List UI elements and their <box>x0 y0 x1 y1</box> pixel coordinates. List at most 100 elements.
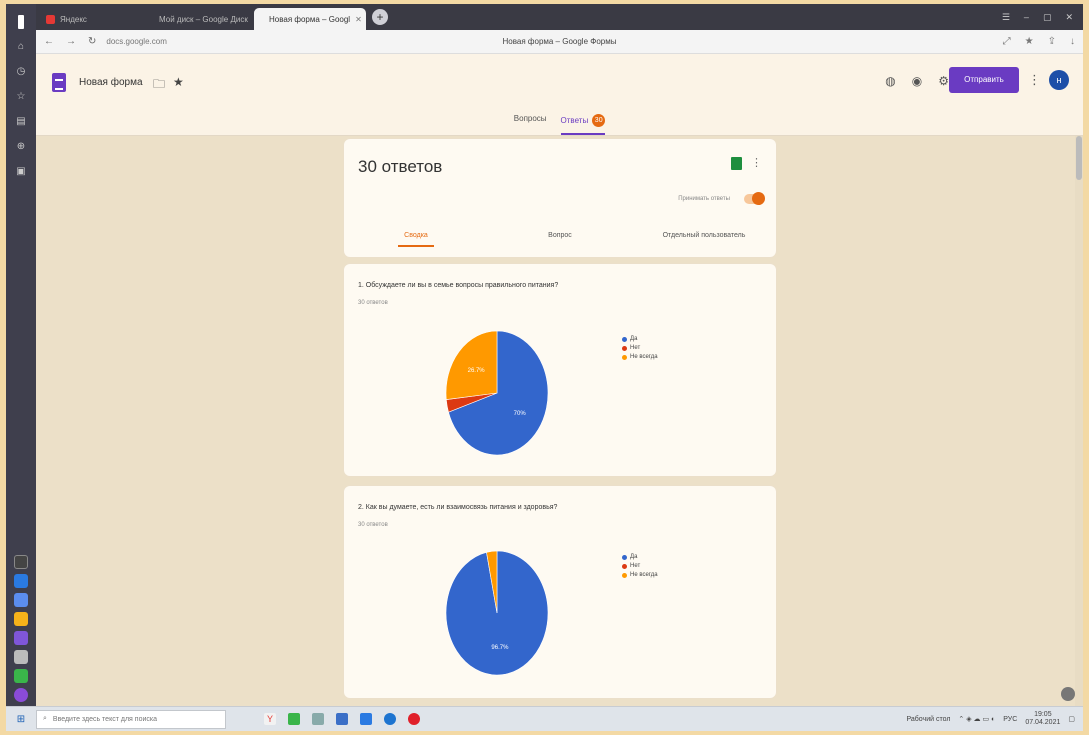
avatar[interactable]: н <box>1049 70 1069 90</box>
desktop-label[interactable]: Рабочий стол <box>906 716 950 723</box>
store-icon[interactable] <box>360 713 372 725</box>
star-icon[interactable]: ★ <box>173 75 184 96</box>
panel-icon[interactable]: ▣ <box>14 165 28 179</box>
clock[interactable]: 19:05 07.04.2021 <box>1025 711 1060 727</box>
opera-icon[interactable] <box>408 713 420 725</box>
more-vert-icon[interactable]: ⋮ <box>1028 72 1041 88</box>
question-response-count: 30 ответов <box>358 522 388 528</box>
pie-slice-label: 70% <box>514 411 527 417</box>
question-title: 2. Как вы думаете, есть ли взаимосвязь п… <box>358 504 558 511</box>
download-icon[interactable]: ↓ <box>1070 36 1075 47</box>
question-response-count: 30 ответов <box>358 300 388 306</box>
app-icon[interactable] <box>288 713 300 725</box>
legend-item: Не всегда <box>622 354 658 360</box>
app-icon[interactable] <box>14 650 28 664</box>
tab-drive[interactable]: Мой диск – Google Диск <box>144 8 254 30</box>
yandex-icon[interactable]: Y <box>264 713 276 725</box>
app-icon[interactable] <box>384 713 396 725</box>
reload-icon[interactable]: ↻ <box>88 36 96 47</box>
legend-item: Нет <box>622 563 658 569</box>
forms-logo-icon[interactable] <box>52 73 66 92</box>
question-title: 1. Обсуждаете ли вы в семье вопросы прав… <box>358 282 559 289</box>
form-tabs: Вопросы Ответы 30 <box>36 114 1083 135</box>
taskbar-search[interactable]: ⌕ Введите здесь текст для поиска <box>36 709 226 729</box>
app-icon[interactable] <box>14 593 28 607</box>
clock-date: 07.04.2021 <box>1025 719 1061 726</box>
pinned-apps <box>14 555 28 702</box>
address-bar: ← → ↻ docs.google.com Новая форма – Goog… <box>36 30 1083 54</box>
legend-label: Нет <box>630 563 641 569</box>
scrollbar-thumb[interactable] <box>1076 136 1082 180</box>
accepting-responses-toggle[interactable] <box>744 192 765 205</box>
minimize-icon[interactable]: – <box>1024 12 1029 23</box>
nav-buttons: ← → ↻ <box>44 36 96 47</box>
star-icon[interactable]: ☆ <box>14 90 28 104</box>
subtab-summary[interactable]: Сводка <box>344 232 488 247</box>
tab-forms[interactable]: Новая форма – Googl ✕ <box>254 8 366 30</box>
folder-icon[interactable]: 🗀 <box>153 75 165 96</box>
menu-icon[interactable]: ☰ <box>1002 12 1010 23</box>
forward-icon[interactable]: → <box>66 36 76 47</box>
notifications-icon[interactable]: ▢ <box>1068 715 1075 723</box>
legend-item: Не всегда <box>622 572 658 578</box>
windows-start-icon[interactable]: ⊞ <box>6 714 36 725</box>
send-button[interactable]: Отправить <box>949 67 1019 93</box>
subtab-individual[interactable]: Отдельный пользователь <box>632 232 776 247</box>
tab-answers[interactable]: Ответы 30 <box>560 114 606 135</box>
header-tool-icons: ◍ ◉ ⚙ <box>885 74 949 88</box>
mail-icon[interactable] <box>14 612 28 626</box>
form-name[interactable]: Новая форма <box>79 77 143 88</box>
pie-slice-label: 26.7% <box>468 368 486 374</box>
subtab-question[interactable]: Вопрос <box>488 232 632 247</box>
language-indicator[interactable]: РУС <box>1003 716 1017 723</box>
history-icon[interactable]: ◷ <box>14 65 28 79</box>
palette-icon[interactable]: ◍ <box>885 74 895 88</box>
legend-label: Да <box>630 336 638 342</box>
tab-questions[interactable]: Вопросы <box>514 114 547 135</box>
home-icon[interactable]: ⌂ <box>14 40 28 54</box>
pie-chart: 70% 26.7% <box>445 330 549 456</box>
subtab-label: Сводка <box>398 232 434 247</box>
legend-label: Не всегда <box>630 354 658 360</box>
more-vert-icon[interactable]: ⋮ <box>751 156 762 169</box>
pie-slice-Не всегда[interactable] <box>445 330 498 400</box>
download-icon[interactable]: ⊕ <box>14 140 28 154</box>
legend-swatch <box>622 354 627 360</box>
reading-icon[interactable]: ▤ <box>14 115 28 129</box>
share-icon[interactable]: ⇪ <box>1048 36 1056 47</box>
legend-swatch <box>622 345 627 351</box>
alice-icon[interactable] <box>14 688 28 702</box>
settings-gear-icon[interactable]: ⚙ <box>938 74 949 88</box>
page-scrollbar[interactable] <box>1075 136 1083 710</box>
accepting-responses-label: Принимать ответы <box>678 196 730 202</box>
app-icon[interactable] <box>14 631 28 645</box>
tab-yandex[interactable]: Яндекс <box>36 8 144 30</box>
response-view-tabs: Сводка Вопрос Отдельный пользователь <box>344 232 776 247</box>
back-icon[interactable]: ← <box>44 36 54 47</box>
sheets-icon[interactable] <box>731 157 742 170</box>
new-tab-button[interactable]: + <box>372 9 388 25</box>
app-icon[interactable] <box>14 555 28 569</box>
app-icon[interactable] <box>14 669 28 683</box>
responses-summary-card: 30 ответов ⋮ Принимать ответы Сводка Воп… <box>344 139 776 257</box>
forms-header: Новая форма 🗀 ★ ◍ ◉ ⚙ Отправить ⋮ н Вопр… <box>36 54 1083 136</box>
screen: ⌂ ◷ ☆ ▤ ⊕ ▣ Яндекс Мой диск – Google Дис… <box>6 4 1083 731</box>
preview-eye-icon[interactable]: ◉ <box>912 74 922 88</box>
app-icon[interactable] <box>336 713 348 725</box>
pie-slice-label: 96.7% <box>491 645 509 651</box>
help-icon[interactable] <box>1061 687 1075 701</box>
app-icon[interactable] <box>14 574 28 588</box>
tab-label: Мой диск – Google Диск <box>159 14 248 24</box>
subtab-label: Отдельный пользователь <box>662 232 746 239</box>
close-icon[interactable]: ✕ <box>1065 12 1073 23</box>
tray-icons[interactable]: ⌃ ◈ ☁ ▭ ◐ <box>958 715 995 723</box>
legend-swatch <box>622 336 627 342</box>
bookmark-icon[interactable]: ★ <box>1025 36 1034 47</box>
bookmark-icon[interactable] <box>18 15 24 29</box>
maximize-icon[interactable]: ▢ <box>1043 12 1052 23</box>
extension-icon[interactable]: ⤢ <box>1003 36 1011 47</box>
close-tab-icon[interactable]: ✕ <box>355 15 362 24</box>
os-taskbar: ⊞ ⌕ Введите здесь текст для поиска Y Раб… <box>6 706 1083 731</box>
task-view-icon[interactable] <box>312 713 324 725</box>
url-field[interactable]: docs.google.com <box>106 37 166 46</box>
